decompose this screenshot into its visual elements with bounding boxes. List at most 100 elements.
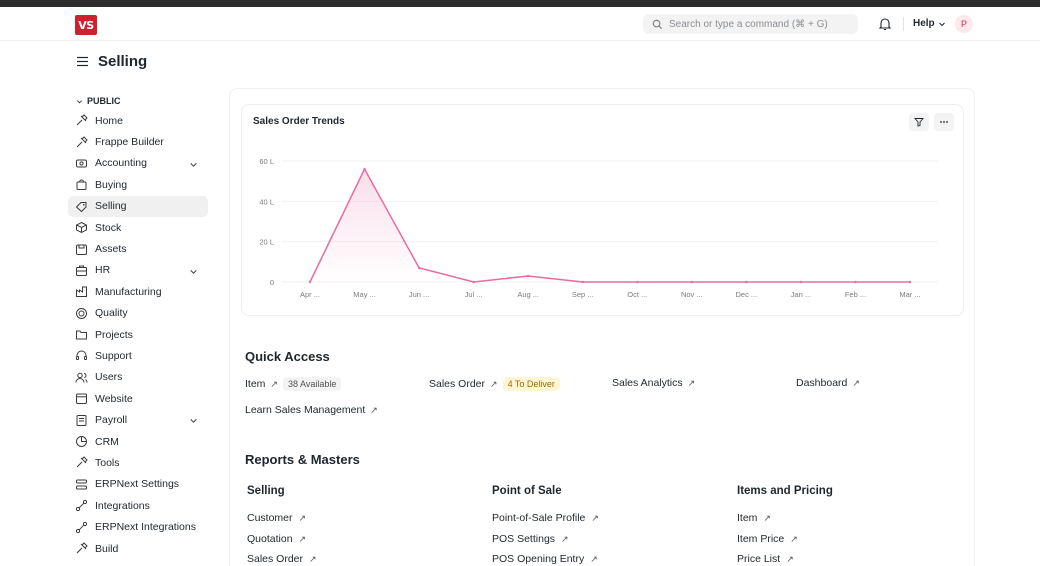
quick-link-item[interactable]: Item ↗ 38 Available — [245, 377, 342, 391]
arrow-up-right-icon: ↗ — [852, 377, 860, 388]
arrow-up-right-icon: ↗ — [270, 378, 278, 389]
x-tick-label: Jan ... — [791, 290, 811, 299]
sidebar-item-label: Support — [95, 349, 132, 362]
payroll-icon — [75, 414, 88, 427]
sidebar-item-crm[interactable]: CRM — [68, 431, 208, 452]
quality-icon — [75, 307, 88, 320]
sidebar-item-label: Accounting — [95, 157, 147, 170]
quick-link-dashboard[interactable]: Dashboard ↗ — [796, 377, 860, 389]
report-link[interactable]: POS Opening Entry ↗ — [492, 553, 598, 565]
chevron-down-icon[interactable] — [189, 416, 198, 428]
chart-data-point[interactable] — [308, 280, 312, 284]
sidebar-item-stock[interactable]: Stock — [68, 217, 208, 238]
chart-data-point[interactable] — [581, 280, 584, 284]
stock-icon — [75, 221, 88, 234]
sidebar-item-hr[interactable]: HR — [68, 260, 208, 281]
sidebar-item-label: Tools — [95, 456, 120, 469]
sidebar-item-frappe-builder[interactable]: Frappe Builder — [68, 131, 208, 152]
sidebar-item-label: Integrations — [95, 499, 150, 512]
chart-menu-button[interactable] — [934, 113, 954, 131]
chart-data-point[interactable] — [636, 280, 639, 284]
sidebar-item-build[interactable]: Build — [68, 538, 208, 559]
accounting-icon — [75, 157, 88, 170]
chart-data-point[interactable] — [363, 167, 366, 171]
quick-link-label: Sales Order — [429, 378, 486, 390]
search-bar[interactable]: Search or type a command (⌘ + G) — [643, 14, 858, 34]
users-icon — [75, 371, 88, 384]
section-label: PUBLIC — [87, 96, 121, 106]
chart-filter-button[interactable] — [909, 113, 929, 131]
y-tick-label: 40 L — [259, 197, 274, 206]
sidebar-item-label: Website — [95, 392, 133, 405]
quick-link-sales-analytics[interactable]: Sales Analytics ↗ — [612, 377, 695, 389]
chevron-down-icon[interactable] — [189, 160, 198, 172]
sidebar-item-tools[interactable]: Tools — [68, 452, 208, 473]
x-tick-label: Sep ... — [572, 290, 594, 299]
sidebar-item-label: CRM — [95, 435, 119, 448]
sidebar-item-integrations[interactable]: Integrations — [68, 495, 208, 516]
sidebar-item-label: Manufacturing — [95, 285, 162, 298]
report-link-label: Item — [737, 512, 758, 524]
help-menu-button[interactable]: Help — [913, 18, 946, 29]
sidebar-item-erpnext-integrations[interactable]: ERPNext Integrations — [68, 516, 208, 537]
sidebar-toggle-icon[interactable] — [76, 56, 89, 67]
report-link[interactable]: Customer ↗ — [247, 512, 306, 524]
sidebar-item-manufacturing[interactable]: Manufacturing — [68, 281, 208, 302]
x-tick-label: Dec ... — [736, 290, 758, 299]
sidebar-item-label: Quality — [95, 307, 128, 320]
notification-bell-icon[interactable] — [878, 17, 892, 31]
sidebar-item-label: Projects — [95, 328, 133, 341]
page-title: Selling — [98, 53, 148, 70]
chart-data-point[interactable] — [854, 280, 857, 284]
quick-link-label: Sales Analytics — [612, 377, 683, 389]
x-tick-label: Apr ... — [300, 290, 320, 299]
report-link[interactable]: Item ↗ — [737, 512, 771, 524]
x-tick-label: Nov ... — [681, 290, 703, 299]
report-link[interactable]: Quotation ↗ — [247, 533, 306, 545]
sidebar-item-label: ERPNext Settings — [95, 478, 180, 491]
sidebar-item-home[interactable]: Home — [68, 110, 208, 131]
report-link[interactable]: Price List ↗ — [737, 553, 794, 565]
sidebar-item-support[interactable]: Support — [68, 345, 208, 366]
sidebar-item-label: Assets — [95, 243, 127, 256]
arrow-up-right-icon: ↗ — [786, 553, 794, 564]
sidebar-section-public[interactable]: PUBLIC — [68, 92, 208, 110]
sidebar-item-erpnext-settings[interactable]: ERPNext Settings — [68, 474, 208, 495]
report-link[interactable]: POS Settings ↗ — [492, 533, 569, 545]
window-top-strip — [0, 0, 1040, 7]
sidebar-item-label: HR — [95, 264, 111, 277]
report-link[interactable]: Sales Order ↗ — [247, 553, 317, 565]
sidebar-item-projects[interactable]: Projects — [68, 324, 208, 345]
settings-icon — [75, 478, 88, 491]
sidebar-item-website[interactable]: Website — [68, 388, 208, 409]
chart-data-point[interactable] — [472, 280, 475, 284]
chart-data-point[interactable] — [690, 280, 694, 284]
quick-link-learn-sales[interactable]: Learn Sales Management ↗ — [245, 404, 378, 416]
chart-data-point[interactable] — [908, 280, 912, 284]
sidebar-item-label: Build — [95, 542, 119, 555]
tools-icon — [75, 135, 88, 149]
app-logo[interactable]: VS — [75, 15, 97, 35]
sidebar-item-quality[interactable]: Quality — [68, 303, 208, 324]
arrow-up-right-icon: ↗ — [298, 512, 307, 523]
search-icon — [652, 19, 663, 29]
arrow-up-right-icon: ↗ — [490, 378, 498, 389]
chart-data-point[interactable] — [417, 266, 421, 270]
report-link[interactable]: Item Price ↗ — [737, 533, 798, 545]
projects-icon — [75, 328, 88, 341]
user-avatar[interactable]: P — [955, 15, 973, 33]
chevron-down-icon[interactable] — [189, 267, 198, 279]
report-link[interactable]: Point-of-Sale Profile ↗ — [492, 512, 599, 524]
chart-data-point[interactable] — [799, 280, 803, 284]
sidebar-item-selling[interactable]: Selling — [68, 195, 208, 217]
sidebar-item-users[interactable]: Users — [68, 367, 208, 388]
chart-data-point[interactable] — [745, 280, 748, 284]
sidebar-item-buying[interactable]: Buying — [68, 174, 208, 195]
sidebar-item-assets[interactable]: Assets — [68, 238, 208, 259]
report-link-label: Price List — [737, 553, 781, 565]
sidebar-item-accounting[interactable]: Accounting — [68, 153, 208, 174]
report-link-label: Sales Order — [247, 553, 304, 565]
chart-data-point[interactable] — [526, 274, 530, 278]
sidebar-item-payroll[interactable]: Payroll — [68, 409, 208, 430]
quick-link-sales-order[interactable]: Sales Order ↗ 4 To Deliver — [429, 377, 560, 391]
